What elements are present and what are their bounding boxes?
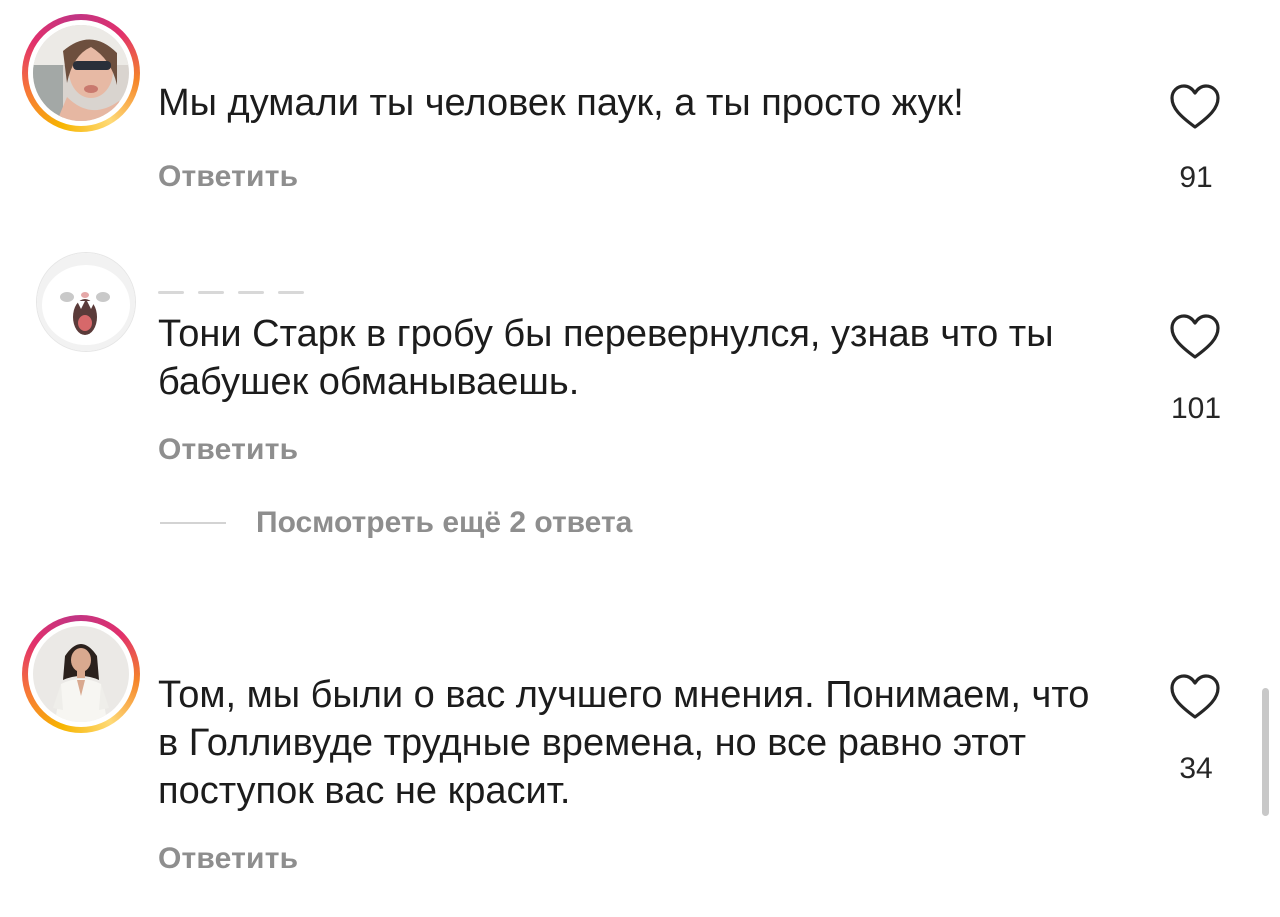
heart-outline-icon [1170, 314, 1220, 359]
heart-outline-icon [1170, 674, 1220, 719]
avatar-photo-woman-white-suit [33, 626, 129, 722]
heart-outline-icon [1170, 84, 1220, 129]
reply-button[interactable]: Ответить [158, 160, 298, 194]
avatar [33, 25, 129, 121]
reply-button[interactable]: Ответить [158, 433, 298, 467]
username-placeholder [158, 291, 304, 295]
like-button[interactable] [1168, 672, 1222, 722]
scrollbar-thumb[interactable] [1262, 688, 1269, 816]
like-button[interactable] [1168, 82, 1222, 132]
reply-button[interactable]: Ответить [158, 842, 298, 876]
avatar [33, 626, 129, 722]
avatar-story-ring[interactable] [22, 14, 140, 132]
like-count: 34 [1179, 752, 1213, 785]
comment-text: Тони Старк в гробу бы перевернулся, узна… [158, 313, 1054, 403]
divider-line [160, 522, 226, 524]
like-count: 91 [1179, 161, 1213, 194]
view-replies-label: Посмотреть ещё 2 ответа [256, 506, 633, 539]
avatar-photo-white-cat [37, 253, 135, 351]
avatar-photo-woman-sunglasses [33, 25, 129, 121]
like-count: 101 [1170, 392, 1222, 425]
comment-text: Мы думали ты человек паук, а ты просто ж… [158, 82, 964, 124]
avatar-story-ring[interactable] [22, 615, 140, 733]
comment-text: Том, мы были о вас лучшего мнения. Поним… [158, 674, 1090, 812]
like-button[interactable] [1168, 312, 1222, 362]
avatar[interactable] [36, 252, 136, 352]
view-replies-button[interactable]: Посмотреть ещё 2 ответа [160, 506, 632, 540]
